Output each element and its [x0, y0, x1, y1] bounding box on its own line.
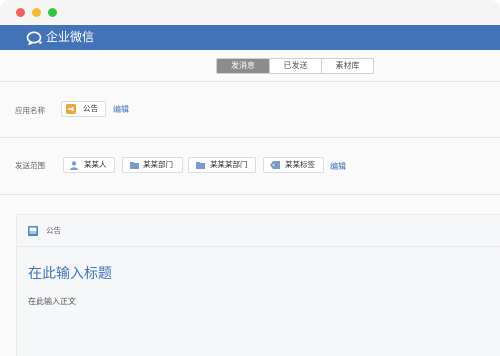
- divider: [0, 137, 500, 138]
- person-icon: [70, 161, 78, 170]
- app-window: 企业微信 发消息 已发送 素材库 应用名称 公告 编辑 发送范围 某某人 某某部…: [0, 0, 500, 356]
- recipient-label: 某某标签: [285, 160, 315, 169]
- window-titlebar: [0, 0, 500, 25]
- close-window-button[interactable]: [16, 8, 25, 17]
- tab-sent[interactable]: 已发送: [269, 59, 321, 73]
- app-header-bar: 企业微信: [0, 25, 500, 50]
- app-name-value: 公告: [83, 104, 98, 113]
- announcement-icon: [66, 104, 76, 114]
- tag-icon: [270, 161, 280, 169]
- recipient-label: 某某人: [84, 160, 107, 169]
- edit-app-link[interactable]: 编辑: [113, 104, 129, 115]
- tab-send-message[interactable]: 发消息: [217, 59, 269, 73]
- divider: [0, 81, 500, 82]
- app-name-chip[interactable]: 公告: [61, 101, 106, 117]
- recipient-chip-department[interactable]: 某某部门: [122, 157, 183, 173]
- app-name-label: 应用名称: [15, 106, 45, 115]
- recipient-label: 某某部门: [143, 160, 173, 169]
- recipient-label: 某某某部门: [210, 160, 248, 169]
- minimize-window-button[interactable]: [32, 8, 41, 17]
- message-editor: 公告 在此输入标题 在此输入正文: [16, 214, 500, 356]
- folder-icon: [130, 162, 139, 169]
- divider: [0, 194, 500, 195]
- message-editor-header: 公告: [17, 215, 500, 247]
- send-scope-label: 发送范围: [15, 161, 45, 170]
- app-brand-name: 企业微信: [46, 30, 95, 44]
- folder-icon: [196, 162, 205, 169]
- edit-scope-link[interactable]: 编辑: [330, 161, 346, 172]
- recipient-chip-tag[interactable]: 某某标签: [263, 157, 324, 173]
- message-tabs: 发消息 已发送 素材库: [216, 58, 374, 74]
- recipient-chip-sub-department[interactable]: 某某某部门: [188, 157, 256, 173]
- wecom-logo-icon: [26, 31, 42, 45]
- message-title-input[interactable]: 在此输入标题: [28, 265, 488, 285]
- app-card-icon: [28, 226, 38, 236]
- maximize-window-button[interactable]: [48, 8, 57, 17]
- recipient-chip-person[interactable]: 某某人: [63, 157, 115, 173]
- message-body-input[interactable]: 在此输入正文: [28, 296, 488, 308]
- message-app-label: 公告: [46, 226, 61, 235]
- tab-materials[interactable]: 素材库: [321, 59, 373, 73]
